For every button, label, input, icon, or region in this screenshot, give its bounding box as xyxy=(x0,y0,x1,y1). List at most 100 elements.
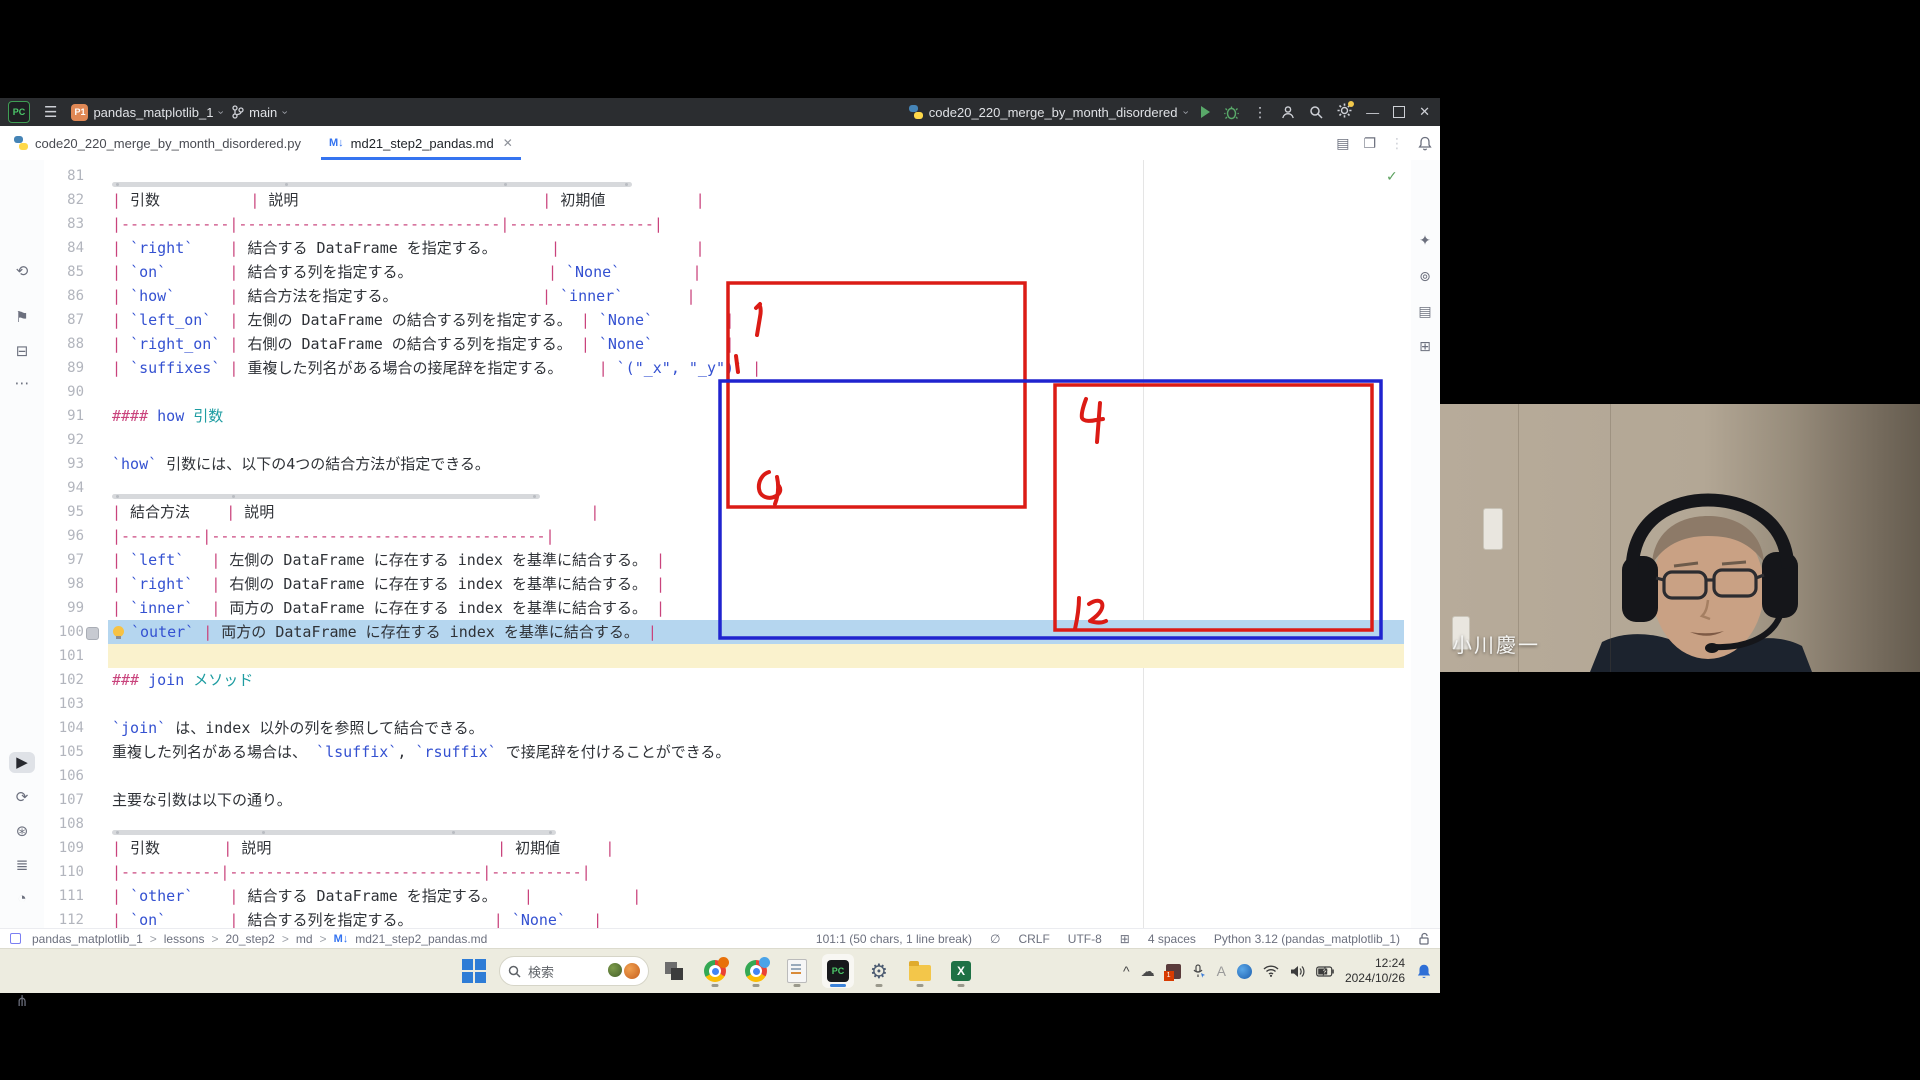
line-content[interactable]: | `left` | 左側の DataFrame に存在する index を基準… xyxy=(108,548,1404,572)
line-number[interactable]: 98 xyxy=(44,572,108,596)
editor-line[interactable]: 110|-----------|------------------------… xyxy=(44,860,1411,884)
editor-line[interactable]: 92 xyxy=(44,428,1411,452)
taskbar-app-chrome-profile1[interactable] xyxy=(699,954,731,988)
editor-pane[interactable]: ✓ 8182| 引数 | 説明 | 初期値 |83|------------|-… xyxy=(44,160,1411,928)
line-content[interactable]: 重複した列名がある場合は、 `lsuffix`, `rsuffix` で接尾辞を… xyxy=(108,740,1404,764)
line-content[interactable]: | 引数 | 説明 | 初期値 | xyxy=(108,188,1404,212)
line-content[interactable] xyxy=(108,164,1404,188)
line-content[interactable]: | `on` | 結合する列を指定する。 | `None` | xyxy=(108,260,1404,284)
line-number[interactable]: 106 xyxy=(44,764,108,788)
line-number[interactable]: 87 xyxy=(44,308,108,332)
run-tool-icon[interactable]: ▶ xyxy=(0,753,44,771)
editor-line[interactable]: 86| `how` | 結合方法を指定する。 | `inner` | xyxy=(44,284,1411,308)
line-content[interactable]: | `inner` | 両方の DataFrame に存在する index を基… xyxy=(108,596,1404,620)
unlocked-padlock-icon[interactable] xyxy=(1418,932,1430,945)
taskbar-app-explorer[interactable] xyxy=(904,954,936,988)
line-content[interactable]: | `on` | 結合する列を指定する。 | `None` | xyxy=(108,908,1404,928)
tray-blue-app-icon[interactable] xyxy=(1237,964,1252,979)
services-icon[interactable]: ⟳ xyxy=(0,788,44,806)
editor-line[interactable]: 104`join` は、index 以外の列を参照して結合できる。 xyxy=(44,716,1411,740)
line-content[interactable]: `outer` | 両方の DataFrame に存在する index を基準に… xyxy=(108,620,1404,644)
line-number[interactable]: 103 xyxy=(44,692,108,716)
editor-line[interactable]: 107主要な引数は以下の通り。 xyxy=(44,788,1411,812)
editor-line[interactable]: 89| `suffixes` | 重複した列名がある場合の接尾辞を指定する。 |… xyxy=(44,356,1411,380)
plugins-icon[interactable]: ⊞ xyxy=(1411,338,1439,355)
line-number[interactable]: 86 xyxy=(44,284,108,308)
editor-line[interactable]: 91#### how 引数 xyxy=(44,404,1411,428)
commit-icon[interactable]: ⟲ xyxy=(0,262,44,280)
editor-line[interactable]: 96|---------|---------------------------… xyxy=(44,524,1411,548)
editor-line[interactable]: 90 xyxy=(44,380,1411,404)
taskbar-search-box[interactable]: 検索 xyxy=(499,956,649,986)
ime-mode-indicator[interactable]: A xyxy=(1217,963,1226,979)
editor-line[interactable]: 103 xyxy=(44,692,1411,716)
line-content[interactable]: | 引数 | 説明 | 初期値 | xyxy=(108,836,1404,860)
notification-bell-icon[interactable] xyxy=(1416,963,1432,980)
line-content[interactable] xyxy=(108,380,1404,404)
highlighting-level-icon[interactable]: ∅ xyxy=(990,932,1000,946)
line-content[interactable]: `how` 引数には、以下の4つの結合方法が指定できる。 xyxy=(108,452,1404,476)
editor-line[interactable]: 84| `right` | 結合する DataFrame を指定する。 | | xyxy=(44,236,1411,260)
line-content[interactable]: #### how 引数 xyxy=(108,404,1404,428)
taskbar-app-excel[interactable]: X xyxy=(945,954,977,988)
editor-line[interactable]: 108 xyxy=(44,812,1411,836)
breadcrumb-item[interactable]: md21_step2_pandas.md xyxy=(355,932,487,946)
line-content[interactable]: | `right` | 結合する DataFrame を指定する。 | | xyxy=(108,236,1404,260)
tab-code20-py[interactable]: code20_220_merge_by_month_disordered.py xyxy=(0,126,315,160)
line-number[interactable]: 107 xyxy=(44,788,108,812)
editor-line[interactable]: 101 xyxy=(44,644,1411,668)
line-number[interactable]: 96 xyxy=(44,524,108,548)
line-number[interactable]: 85 xyxy=(44,260,108,284)
breadcrumb-item[interactable]: 20_step2 xyxy=(225,932,274,946)
editor-line[interactable]: 95| 結合方法 | 説明 | xyxy=(44,500,1411,524)
line-content[interactable]: |---------|-----------------------------… xyxy=(108,524,1404,548)
ai-assistant-icon[interactable]: ✦ xyxy=(1411,232,1439,249)
line-number[interactable]: 112 xyxy=(44,908,108,928)
grid-widget-icon[interactable]: ⊞ xyxy=(1120,932,1130,946)
settings-icon[interactable] xyxy=(1337,103,1352,121)
line-content[interactable]: | `how` | 結合方法を指定する。 | `inner` | xyxy=(108,284,1404,308)
speaker-icon[interactable] xyxy=(1290,965,1305,978)
line-separator-widget[interactable]: CRLF xyxy=(1018,932,1049,946)
line-number[interactable]: 102 xyxy=(44,668,108,692)
line-content[interactable]: |------------|--------------------------… xyxy=(108,212,1404,236)
line-number[interactable]: 90 xyxy=(44,380,108,404)
layers-icon[interactable]: ≣ xyxy=(0,856,44,874)
line-number[interactable]: 92 xyxy=(44,428,108,452)
line-content[interactable]: 主要な引数は以下の通り。 xyxy=(108,788,1404,812)
version-control-icon[interactable]: ⋔ xyxy=(0,992,44,1010)
taskbar-app-snipping[interactable] xyxy=(658,954,690,988)
tab-options-icon[interactable]: ⋮ xyxy=(1390,135,1404,152)
editor-line[interactable]: 111| `other` | 結合する DataFrame を指定する。 | | xyxy=(44,884,1411,908)
window-minimize-button[interactable]: — xyxy=(1366,105,1379,120)
line-number[interactable]: 110 xyxy=(44,860,108,884)
line-number[interactable]: 105 xyxy=(44,740,108,764)
editor-line[interactable]: 87| `left_on` | 左側の DataFrame の結合する列を指定す… xyxy=(44,308,1411,332)
pycharm-logo-icon[interactable]: PC xyxy=(8,101,30,123)
line-number[interactable]: 94 xyxy=(44,476,108,500)
gradle-icon[interactable]: ⊚ xyxy=(1411,268,1439,285)
project-selector[interactable]: P1 pandas_matplotlib_1 › xyxy=(71,104,222,121)
indent-widget[interactable]: 4 spaces xyxy=(1148,932,1196,946)
taskbar-app-settings[interactable]: ⚙ xyxy=(863,954,895,988)
line-number[interactable]: 97 xyxy=(44,548,108,572)
taskbar-app-notepad[interactable] xyxy=(781,954,813,988)
editor-line[interactable]: 97| `left` | 左側の DataFrame に存在する index を… xyxy=(44,548,1411,572)
window-maximize-button[interactable] xyxy=(1393,106,1405,118)
run-button[interactable] xyxy=(1201,106,1210,118)
line-number[interactable]: 95 xyxy=(44,500,108,524)
tab-md21-step2-pandas[interactable]: M↓ md21_step2_pandas.md ✕ xyxy=(315,126,527,160)
notifications-bell-icon[interactable] xyxy=(1418,136,1432,151)
tray-app-badge-icon[interactable]: 1 xyxy=(1166,964,1181,979)
line-content[interactable]: ### join メソッド xyxy=(108,668,1404,692)
line-content[interactable]: | `left_on` | 左側の DataFrame の結合する列を指定する。… xyxy=(108,308,1404,332)
line-content[interactable] xyxy=(108,476,1404,500)
line-number[interactable]: 111 xyxy=(44,884,108,908)
branch-selector[interactable]: main › xyxy=(232,105,286,120)
voice-input-mic-icon[interactable] xyxy=(1192,964,1206,979)
line-content[interactable]: | `suffixes` | 重複した列名がある場合の接尾辞を指定する。 | `… xyxy=(108,356,1404,380)
line-content[interactable] xyxy=(108,764,1404,788)
taskbar-clock[interactable]: 12:242024/10/26 xyxy=(1345,956,1405,986)
tab-close-icon[interactable]: ✕ xyxy=(503,136,513,150)
coverage-icon[interactable]: ⊛ xyxy=(0,822,44,840)
